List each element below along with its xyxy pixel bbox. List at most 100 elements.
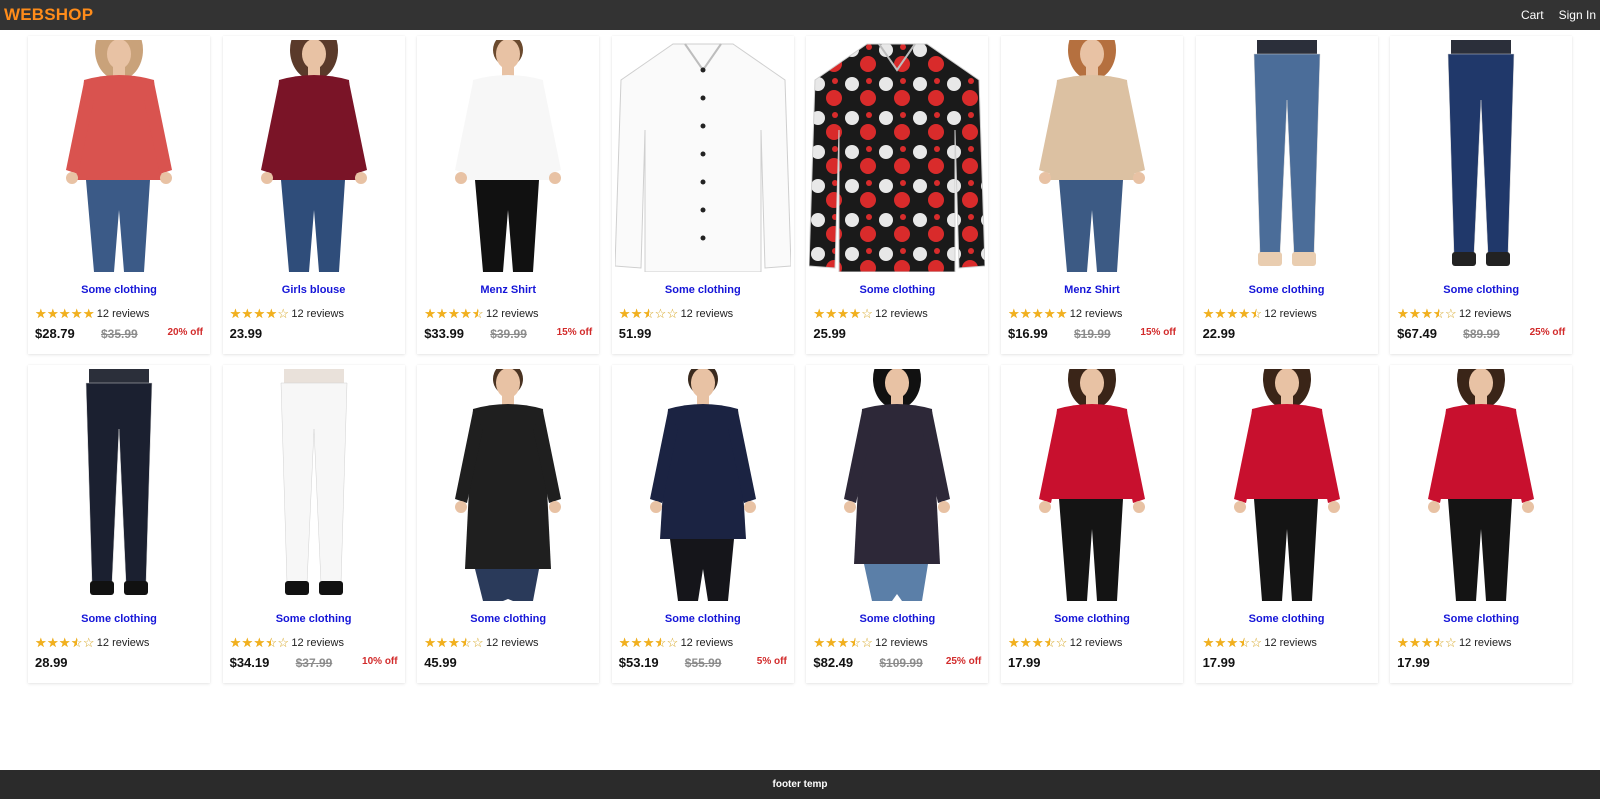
review-count: 12 reviews xyxy=(291,636,344,649)
product-name-link[interactable]: Some clothing xyxy=(1196,284,1378,296)
product-rating: ☆☆☆☆☆★★★★★ 12 reviews xyxy=(813,307,927,320)
product-card[interactable]: Some clothing ☆☆☆☆☆ ★★★★★ 12 reviews $28.… xyxy=(28,36,210,354)
product-rating: ☆☆☆☆☆★★★★★ 12 reviews xyxy=(813,636,927,649)
review-count: 12 reviews xyxy=(1458,307,1512,320)
review-count: 12 reviews xyxy=(96,307,150,320)
product-image-navy-peacoat-model[interactable] xyxy=(612,365,794,601)
product-image-red-tee-shorts-model[interactable] xyxy=(1001,365,1183,601)
product-image-men-jeans-model[interactable] xyxy=(1390,36,1572,272)
footer-text: footer temp xyxy=(772,779,828,790)
product-price: $33.99 xyxy=(424,326,464,341)
product-card[interactable]: Some clothing ☆☆☆☆☆★★★★★ 12 reviews $34.… xyxy=(222,365,405,683)
product-card[interactable]: Some clothing ☆☆☆☆☆★★★★★ 12 reviews 22.9… xyxy=(1195,36,1378,354)
product-card[interactable]: Some clothing ☆☆☆☆☆★★★★★ 12 reviews 51.9… xyxy=(611,36,794,354)
product-name-link[interactable]: Some clothing xyxy=(612,284,794,296)
product-price: $67.49 xyxy=(1397,326,1437,341)
product-card[interactable]: Menz Shirt ☆☆☆☆☆ ★★★★★ 12 reviews $16.99 … xyxy=(1000,36,1183,354)
product-image-skinny-jeans-model[interactable] xyxy=(1196,36,1378,272)
review-count: 12 reviews xyxy=(96,636,150,649)
product-card[interactable]: Some clothing ☆☆☆☆☆★★★★★ 12 reviews $67.… xyxy=(1390,36,1573,354)
product-card[interactable]: Some clothing ☆☆☆☆☆★★★★★ 12 reviews 45.9… xyxy=(417,365,600,683)
product-name-link[interactable]: Some clothing xyxy=(28,613,210,625)
product-price: 22.99 xyxy=(1202,326,1236,341)
product-image-burgundy-blouse-model[interactable] xyxy=(223,36,405,272)
star-rating-icon: ☆☆☆☆☆★★★★★ xyxy=(1397,635,1457,650)
star-rating-icon: ☆☆☆☆☆★★★★★ xyxy=(424,306,484,321)
product-name-link[interactable]: Some clothing xyxy=(806,613,988,625)
product-card[interactable]: Menz Shirt ☆☆☆☆☆★★★★★ 12 reviews $33.99 … xyxy=(417,36,600,354)
product-name-link[interactable]: Some clothing xyxy=(612,613,794,625)
product-card[interactable]: Some clothing ☆☆☆☆☆★★★★★ 12 reviews 17.9… xyxy=(1195,365,1378,683)
product-price: $28.79 xyxy=(35,326,75,341)
review-count: 12 reviews xyxy=(1458,636,1512,649)
product-price: 17.99 xyxy=(1397,655,1430,670)
product-rating: ☆☆☆☆☆★★★★★ 12 reviews xyxy=(1203,636,1317,649)
product-image-plaid-blouse-model[interactable] xyxy=(28,36,210,272)
product-image-white-polo-model[interactable] xyxy=(417,36,599,272)
product-name-link[interactable]: Some clothing xyxy=(806,284,988,296)
product-card[interactable]: Girls blouse ☆☆☆☆☆★★★★★ 12 reviews 23.99 xyxy=(222,36,405,354)
review-count: 12 reviews xyxy=(291,307,344,320)
product-card[interactable]: Some clothing ☆☆☆☆☆★★★★★ 12 reviews $53.… xyxy=(611,365,794,683)
product-image-dark-jeans-model[interactable] xyxy=(28,365,210,601)
product-price: 51.99 xyxy=(618,326,652,341)
product-original-price: $39.99 xyxy=(490,327,527,341)
star-rating-icon: ☆☆☆☆☆★★★★★ xyxy=(35,635,95,650)
product-image-white-jeans-model[interactable] xyxy=(223,365,405,601)
product-rating: ☆☆☆☆☆★★★★★ 12 reviews xyxy=(35,636,149,649)
product-price: $53.19 xyxy=(618,655,659,670)
product-card[interactable]: Some clothing ☆☆☆☆☆★★★★★ 12 reviews 17.9… xyxy=(1000,365,1183,683)
product-price: $16.99 xyxy=(1007,326,1048,341)
discount-badge: 25% off xyxy=(1529,327,1566,338)
product-price: 45.99 xyxy=(424,655,457,670)
footer: footer temp xyxy=(0,770,1600,799)
review-count: 12 reviews xyxy=(875,636,928,649)
product-image-skull-rose-shirt[interactable] xyxy=(806,36,988,272)
review-count: 12 reviews xyxy=(485,636,539,649)
top-navbar: WEBSHOP Cart Sign In xyxy=(0,0,1600,30)
brand-logo-link[interactable]: WEBSHOP xyxy=(4,5,93,25)
product-name-link[interactable]: Menz Shirt xyxy=(1001,284,1183,296)
product-name-link[interactable]: Some clothing xyxy=(1001,613,1183,625)
product-name-link[interactable]: Girls blouse xyxy=(223,284,405,296)
product-rating: ☆☆☆☆☆★★★★★ 12 reviews xyxy=(424,307,538,320)
product-image-black-peacoat-model[interactable] xyxy=(417,365,599,601)
product-rating: ☆☆☆☆☆★★★★★ 12 reviews xyxy=(35,307,149,320)
product-original-price: $37.99 xyxy=(295,656,333,670)
review-count: 12 reviews xyxy=(485,307,539,320)
product-card[interactable]: Some clothing ☆☆☆☆☆★★★★★ 12 reviews $82.… xyxy=(806,365,989,683)
product-rating: ☆☆☆☆☆★★★★★ 12 reviews xyxy=(230,307,344,320)
product-name-link[interactable]: Some clothing xyxy=(28,284,210,296)
product-name-link[interactable]: Some clothing xyxy=(1390,613,1572,625)
product-name-link[interactable]: Some clothing xyxy=(1390,284,1572,296)
product-name-link[interactable]: Some clothing xyxy=(417,613,599,625)
product-price: 17.99 xyxy=(1007,655,1041,670)
product-image-polka-dot-blouse-model[interactable] xyxy=(1001,36,1183,272)
product-image-red-tee-shorts-model[interactable] xyxy=(1390,365,1572,601)
cart-link[interactable]: Cart xyxy=(1521,8,1544,22)
product-image-red-tee-shorts-model[interactable] xyxy=(1196,365,1378,601)
product-image-parka-model[interactable] xyxy=(806,365,988,601)
product-original-price: $109.99 xyxy=(879,656,923,670)
product-name-link[interactable]: Some clothing xyxy=(1196,613,1378,625)
product-rating: ☆☆☆☆☆★★★★★ 12 reviews xyxy=(1008,636,1122,649)
discount-badge: 25% off xyxy=(945,656,982,667)
product-rating: ☆☆☆☆☆★★★★★ 12 reviews xyxy=(1008,307,1122,320)
discount-badge: 15% off xyxy=(1140,327,1176,338)
star-rating-icon: ☆☆☆☆☆★★★★★ xyxy=(1202,306,1263,321)
discount-badge: 10% off xyxy=(362,656,398,667)
product-card[interactable]: Some clothing ☆☆☆☆☆★★★★★ 12 reviews 17.9… xyxy=(1390,365,1573,683)
product-card[interactable]: Some clothing ☆☆☆☆☆★★★★★ 12 reviews 25.9… xyxy=(806,36,989,354)
review-count: 12 reviews xyxy=(875,307,928,320)
star-rating-icon: ☆☆☆☆☆★★★★★ xyxy=(618,306,679,321)
star-rating-icon: ☆☆☆☆☆★★★★★ xyxy=(813,306,874,321)
product-card[interactable]: Some clothing ☆☆☆☆☆★★★★★ 12 reviews 28.9… xyxy=(28,365,210,683)
review-count: 12 reviews xyxy=(1069,307,1123,320)
review-count: 12 reviews xyxy=(1264,636,1317,649)
product-name-link[interactable]: Menz Shirt xyxy=(417,284,599,296)
product-image-white-dress-shirt[interactable] xyxy=(612,36,794,272)
sign-in-link[interactable]: Sign In xyxy=(1559,8,1596,22)
product-price: $34.19 xyxy=(229,655,270,670)
star-rating-icon: ☆☆☆☆☆★★★★★ xyxy=(1202,635,1263,650)
product-name-link[interactable]: Some clothing xyxy=(223,613,405,625)
